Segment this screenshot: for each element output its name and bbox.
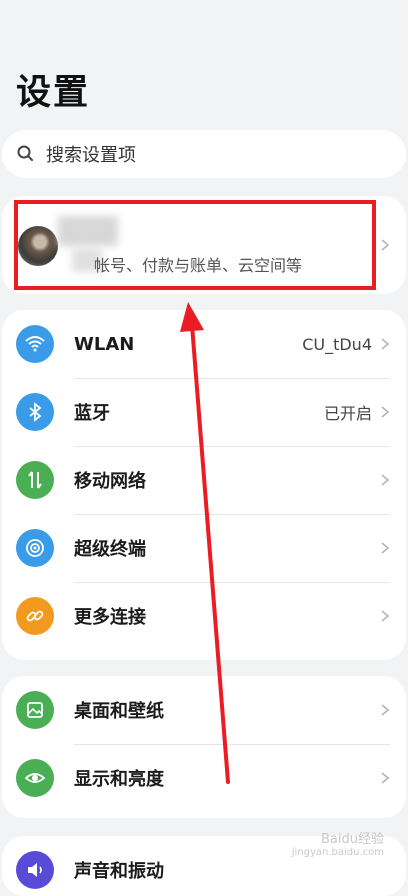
bluetooth-value: 已开启 xyxy=(323,404,372,423)
page-title: 设置 xyxy=(16,73,91,113)
search-placeholder: 搜索设置项 xyxy=(46,145,136,166)
watermark: Baidu经验 jingyan.baidu.com xyxy=(292,828,384,858)
wallpaper-label: 桌面和壁纸 xyxy=(74,701,164,722)
search-bar[interactable]: 搜索设置项 xyxy=(2,130,406,178)
highlight-box xyxy=(14,200,376,290)
chevron-right-icon xyxy=(381,772,390,784)
bluetooth-label: 蓝牙 xyxy=(74,403,110,424)
chevron-right-icon xyxy=(381,338,390,350)
chevron-right-icon xyxy=(381,474,390,486)
super-device-label: 超级终端 xyxy=(74,539,146,560)
watermark-line2: jingyan.baidu.com xyxy=(291,847,384,858)
watermark-line1: Baidu经验 xyxy=(321,832,384,847)
search-icon xyxy=(17,145,33,161)
chevron-right-icon xyxy=(381,610,390,622)
wlan-item[interactable]: WLAN CU_tDu4 xyxy=(2,310,406,378)
display-label: 显示和亮度 xyxy=(74,769,164,790)
connectivity-group: WLAN CU_tDu4 蓝牙 已开启 移动网络 超级终端 更多连接 xyxy=(2,310,406,660)
wlan-value: CU_tDu4 xyxy=(302,334,372,354)
wifi-icon xyxy=(16,325,54,363)
bluetooth-item[interactable]: 蓝牙 已开启 xyxy=(2,378,406,446)
chevron-right-icon xyxy=(381,542,390,554)
bluetooth-icon xyxy=(16,393,54,431)
eye-icon xyxy=(16,759,54,797)
wallpaper-item[interactable]: 桌面和壁纸 xyxy=(2,676,406,744)
super-device-item[interactable]: 超级终端 xyxy=(2,514,406,582)
link-icon xyxy=(16,597,54,635)
chevron-right-icon xyxy=(381,704,390,716)
more-connections-item[interactable]: 更多连接 xyxy=(2,582,406,650)
wallpaper-icon xyxy=(16,691,54,729)
more-connections-label: 更多连接 xyxy=(74,607,146,628)
mobile-network-icon xyxy=(16,461,54,499)
mobile-network-item[interactable]: 移动网络 xyxy=(2,446,406,514)
sound-label: 声音和振动 xyxy=(74,861,164,882)
chevron-right-icon xyxy=(381,406,390,418)
display-group: 桌面和壁纸 显示和亮度 xyxy=(2,676,406,818)
mobile-network-label: 移动网络 xyxy=(74,471,146,492)
sound-icon xyxy=(16,851,54,889)
chevron-right-icon xyxy=(381,239,390,251)
display-item[interactable]: 显示和亮度 xyxy=(2,744,406,812)
super-device-icon xyxy=(16,529,54,567)
wlan-label: WLAN xyxy=(74,333,135,355)
